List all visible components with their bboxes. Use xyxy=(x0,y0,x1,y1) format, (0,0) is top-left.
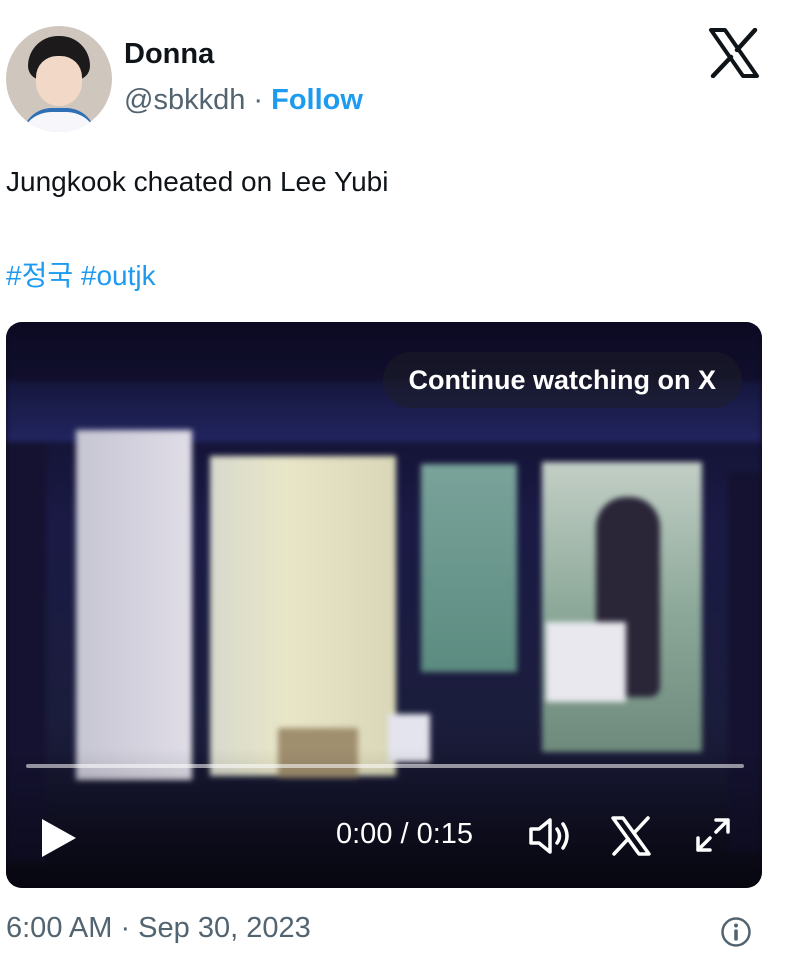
tweet-timestamp[interactable]: 6:00 AM · Sep 30, 2023 xyxy=(6,912,311,945)
author-handle[interactable]: @sbkkdh xyxy=(124,84,245,116)
x-logo-icon[interactable] xyxy=(610,816,652,856)
avatar-shirt xyxy=(22,108,96,132)
avatar-face xyxy=(36,56,82,106)
hashtag-link[interactable]: #outjk xyxy=(81,260,156,291)
x-logo-icon[interactable] xyxy=(708,28,760,78)
progress-bar[interactable] xyxy=(26,764,744,768)
hashtags: #정국 #outjk xyxy=(6,254,156,294)
tweet-text: Jungkook cheated on Lee Yubi xyxy=(6,166,389,197)
continue-watching-button[interactable]: Continue watching on X xyxy=(382,352,742,408)
expand-icon[interactable] xyxy=(694,816,732,854)
info-icon[interactable] xyxy=(720,916,752,948)
author-name[interactable]: Donna xyxy=(124,38,214,71)
avatar[interactable] xyxy=(6,26,112,132)
volume-icon[interactable] xyxy=(528,816,574,856)
play-icon[interactable] xyxy=(36,816,80,860)
time-display: 0:00 / 0:15 xyxy=(336,818,474,850)
follow-button[interactable]: Follow xyxy=(271,84,363,116)
handle-separator: · xyxy=(253,84,264,116)
video-player[interactable]: Continue watching on X 0:00 / 0:15 xyxy=(6,322,762,888)
hashtag-link[interactable]: #정국 xyxy=(6,260,73,291)
author-handle-row: @sbkkdh · Follow xyxy=(124,84,363,117)
